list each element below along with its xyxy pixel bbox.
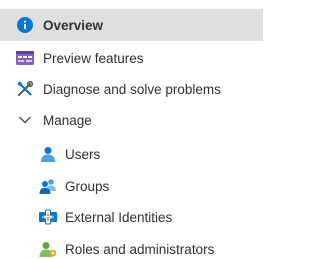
sidebar-item-label: Roles and administrators	[65, 241, 215, 257]
sidebar-item-label: Diagnose and solve problems	[43, 81, 221, 97]
sidebar-item-roles-and-administrators[interactable]: Roles and administrators	[0, 233, 263, 259]
sidebar-group-manage[interactable]: Manage	[0, 104, 263, 136]
sidebar-item-label: External Identities	[65, 209, 173, 225]
groups-icon	[39, 177, 57, 195]
sidebar-item-overview[interactable]: Overview	[0, 9, 263, 41]
preview-features-icon	[16, 49, 34, 67]
sidebar-group-label: Manage	[43, 112, 92, 128]
chevron-down-icon	[16, 111, 34, 129]
sidebar-item-label: Groups	[65, 178, 110, 194]
info-icon	[16, 16, 34, 34]
sidebar-item-diagnose[interactable]: Diagnose and solve problems	[0, 73, 263, 105]
sidebar-item-preview-features[interactable]: Preview features	[0, 42, 263, 74]
sidebar-item-external-identities[interactable]: External Identities	[0, 201, 263, 233]
sidebar-item-label: Users	[65, 146, 101, 162]
user-icon	[39, 145, 57, 163]
external-identities-icon	[39, 208, 57, 226]
sidebar-item-users[interactable]: Users	[0, 138, 263, 170]
wrench-screwdriver-icon	[16, 80, 34, 98]
sidebar-nav: Overview Preview features Diagnose and s…	[0, 0, 263, 259]
sidebar-item-groups[interactable]: Groups	[0, 170, 263, 202]
sidebar-item-label: Overview	[43, 17, 104, 33]
sidebar-item-label: Preview features	[43, 50, 144, 66]
roles-admin-icon	[39, 240, 57, 258]
